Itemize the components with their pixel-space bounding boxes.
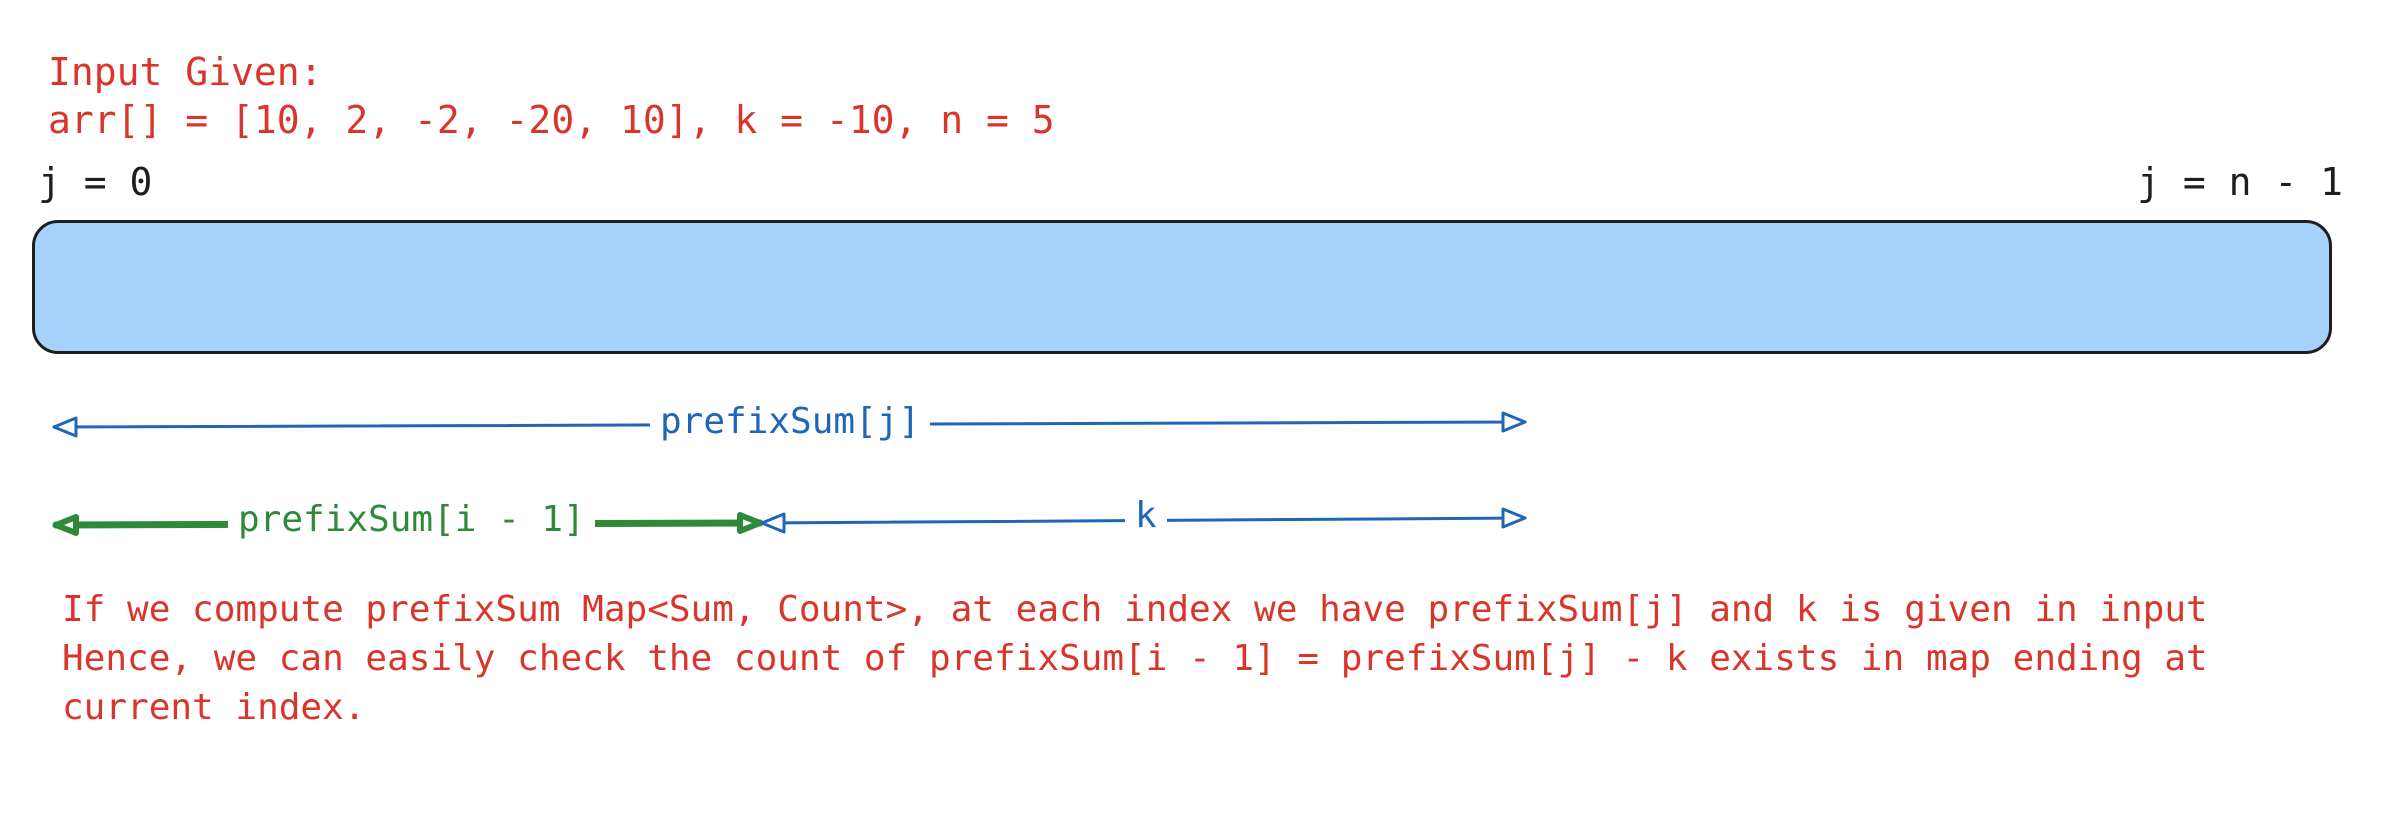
prefix-sum-j-label: prefixSum[j] xyxy=(650,400,931,444)
explanation-text: If we compute prefixSum Map<Sum, Count>,… xyxy=(62,585,2208,732)
explanation-line: current index. xyxy=(62,687,366,728)
arrowhead-left-icon xyxy=(52,416,78,438)
arrowhead-right-icon xyxy=(1501,411,1527,433)
prefix-sum-i-minus-1-label: prefixSum[i - 1] xyxy=(228,498,595,542)
arrowhead-left-icon xyxy=(53,514,79,536)
k-label: k xyxy=(1125,494,1167,538)
arrowhead-right-icon xyxy=(1501,507,1527,529)
arrowhead-left-icon xyxy=(760,512,786,534)
arrowhead-right-icon xyxy=(737,512,763,534)
explanation-line: If we compute prefixSum Map<Sum, Count>,… xyxy=(62,589,2208,630)
explanation-line: Hence, we can easily check the count of … xyxy=(62,638,2208,679)
